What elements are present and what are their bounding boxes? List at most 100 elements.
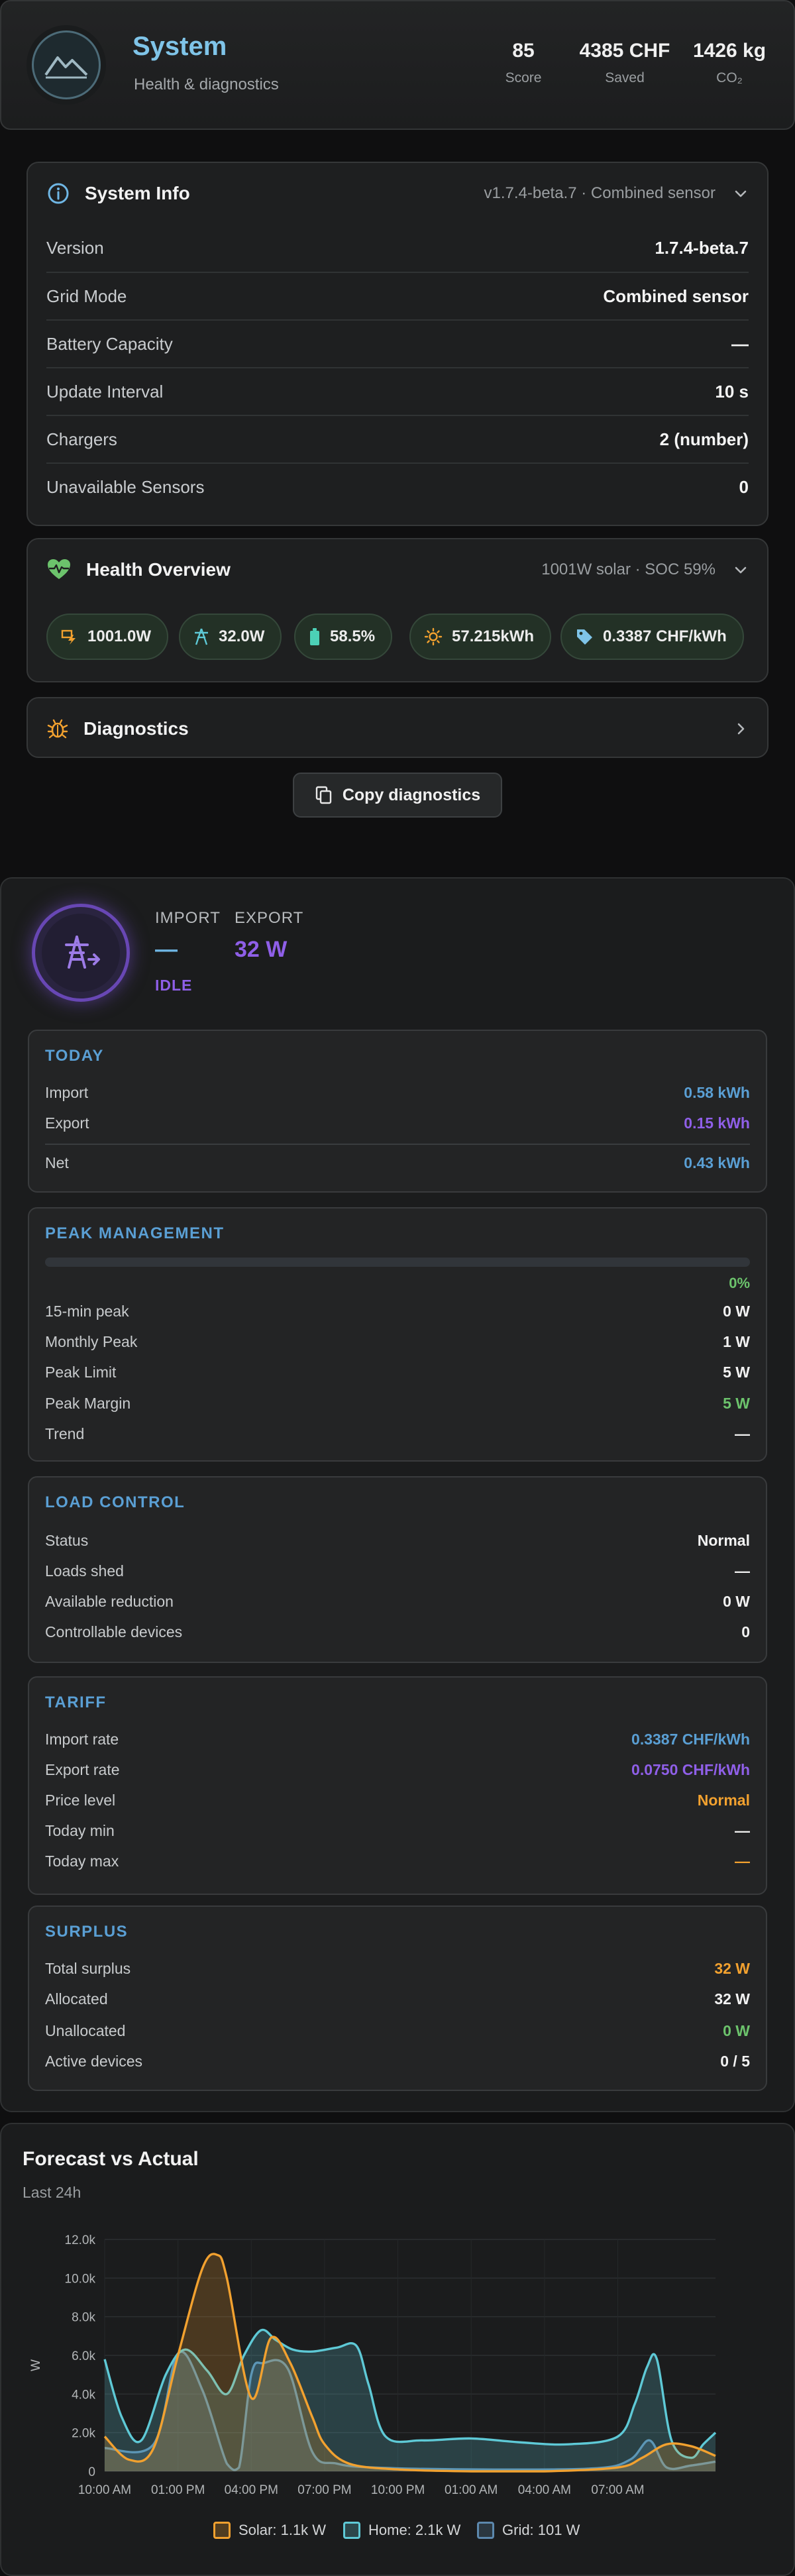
page-title: System [132, 32, 227, 61]
y-tick-label: 6.0k [72, 2349, 95, 2363]
today-import-row: Import 0.58 kWh [45, 1077, 750, 1108]
peak-row: Trend — [45, 1419, 750, 1449]
tariff-row: Price level Normal [45, 1785, 750, 1815]
peak-row: Peak Limit 5 W [45, 1357, 750, 1387]
x-tick-label: 07:00 AM [591, 2483, 644, 2497]
y-tick-label: 12.0k [65, 2233, 96, 2247]
info-row-update-interval: Update Interval 10 s [46, 368, 749, 415]
chip-value: 32.0W [219, 627, 265, 645]
kpi-co2-value: 1426 kg [692, 40, 767, 62]
info-row-value: — [731, 333, 749, 354]
row-value: 32 W [714, 1990, 750, 2008]
info-row-value: 0 [739, 476, 749, 497]
kpi-score: 85 Score [496, 40, 551, 86]
info-row-value: Combined sensor [603, 286, 749, 306]
chip-value: 57.215kWh [452, 627, 535, 645]
section-title: TODAY [45, 1047, 104, 1065]
info-icon [46, 182, 70, 205]
row-value: 0 W [723, 2021, 750, 2039]
x-tick-label: 10:00 PM [371, 2483, 425, 2497]
row-label: Import rate [45, 1730, 119, 1748]
price-tag-icon [575, 627, 594, 646]
kpi-co2: 1426 kg CO₂ [686, 40, 772, 86]
legend-swatch [477, 2522, 494, 2539]
health-overview-title: Health Overview [86, 559, 231, 580]
peak-row: Peak Margin 5 W [45, 1388, 750, 1419]
info-row-unavailable-sensors: Unavailable Sensors 0 [46, 463, 749, 511]
health-overview-header[interactable]: Health Overview 1001W solar · SOC 59% [46, 539, 749, 600]
legend-grid[interactable]: Grid: 101 W [477, 2522, 580, 2539]
chevron-down-icon[interactable] [733, 562, 749, 578]
info-row-chargers: Chargers 2 (number) [46, 415, 749, 463]
row-value: 0.0750 CHF/kWh [631, 1760, 750, 1778]
row-value: — [735, 1852, 750, 1870]
legend-solar[interactable]: Solar: 1.1k W [213, 2522, 326, 2539]
peak-progress-label: 0% [729, 1275, 750, 1291]
chevron-right-icon[interactable] [733, 721, 749, 737]
import-value: — [155, 937, 178, 962]
health-overview-meta: 1001W solar · SOC 59% [541, 561, 716, 578]
diagnostics-title: Diagnostics [83, 718, 189, 739]
diagnostics-panel[interactable]: Diagnostics [26, 697, 768, 758]
load-control-section: LOAD CONTROL Status Normal Loads shed — … [28, 1476, 767, 1663]
info-row-label: Update Interval [46, 381, 164, 402]
info-row-value: 1.7.4-beta.7 [655, 237, 749, 258]
system-info-header[interactable]: System Info v1.7.4-beta.7 · Combined sen… [46, 163, 749, 224]
info-row-version: Version 1.7.4-beta.7 [46, 224, 749, 272]
row-value: 0.43 kWh [684, 1154, 750, 1171]
peak-management-section: PEAK MANAGEMENT 0% 15-min peak 0 W Month… [28, 1207, 767, 1462]
diagnostics-header[interactable]: Diagnostics [46, 698, 749, 759]
section-title: LOAD CONTROL [45, 1493, 186, 1511]
row-value: 0 [741, 1623, 750, 1640]
surplus-row: Allocated 32 W [45, 1984, 750, 2014]
x-tick-label: 04:00 AM [518, 2483, 571, 2497]
chevron-down-icon[interactable] [733, 186, 749, 201]
system-logo-icon [32, 30, 101, 99]
row-value: — [735, 1424, 750, 1442]
row-label: Export [45, 1114, 89, 1132]
section-title: TARIFF [45, 1693, 107, 1711]
copy-icon [315, 785, 333, 805]
export-label: EXPORT [235, 909, 304, 927]
legend-label: Home: 2.1k W [368, 2522, 461, 2538]
kpi-score-value: 85 [512, 40, 535, 62]
y-tick-label: 10.0k [65, 2272, 96, 2286]
system-info-title: System Info [85, 183, 190, 203]
today-export-row: Export 0.15 kWh [45, 1108, 750, 1138]
legend-swatch [343, 2522, 360, 2539]
info-row-grid-mode: Grid Mode Combined sensor [46, 272, 749, 320]
copy-diagnostics-button[interactable]: Copy diagnostics [293, 773, 502, 818]
row-label: Unallocated [45, 2021, 126, 2039]
y-tick-label: 8.0k [72, 2311, 95, 2325]
chip-value: 58.5% [330, 627, 376, 645]
chart-subtitle: Last 24h [23, 2184, 81, 2201]
row-label: Allocated [45, 1990, 108, 2008]
info-row-label: Version [46, 237, 104, 258]
chip-grid-power: 32.0W [179, 614, 282, 660]
grid-status-ring [32, 904, 130, 1002]
x-tick-label: 01:00 PM [151, 2483, 205, 2497]
kpi-score-label: Score [505, 70, 542, 85]
row-label: Active devices [45, 2052, 143, 2070]
info-row-label: Unavailable Sensors [46, 476, 205, 497]
system-info-panel: System Info v1.7.4-beta.7 · Combined sen… [26, 162, 768, 526]
today-net-row: Net 0.43 kWh [45, 1148, 750, 1178]
heart-pulse-icon [46, 559, 72, 581]
today-section: TODAY Import 0.58 kWh Export 0.15 kWh Ne… [28, 1030, 767, 1193]
chip-solar-energy: 57.215kWh [409, 614, 552, 660]
battery-icon [309, 627, 321, 646]
legend-home[interactable]: Home: 2.1k W [343, 2522, 460, 2539]
export-value: 32 W [235, 937, 288, 962]
chip-battery-soc: 58.5% [294, 614, 393, 660]
chip-price: 0.3387 CHF/kWh [560, 614, 744, 660]
chip-solar-power: 1001.0W [46, 614, 169, 660]
grid-status: IDLE [155, 977, 193, 994]
kpi-saved-value: 4385 CHF [579, 40, 670, 62]
load-row: Controllable devices 0 [45, 1617, 750, 1647]
info-row-value: 10 s [715, 381, 749, 402]
row-label: Controllable devices [45, 1623, 183, 1640]
row-label: Price level [45, 1791, 116, 1809]
grid-export-icon [60, 932, 102, 974]
load-row: Available reduction 0 W [45, 1586, 750, 1617]
section-title: SURPLUS [45, 1923, 129, 1941]
